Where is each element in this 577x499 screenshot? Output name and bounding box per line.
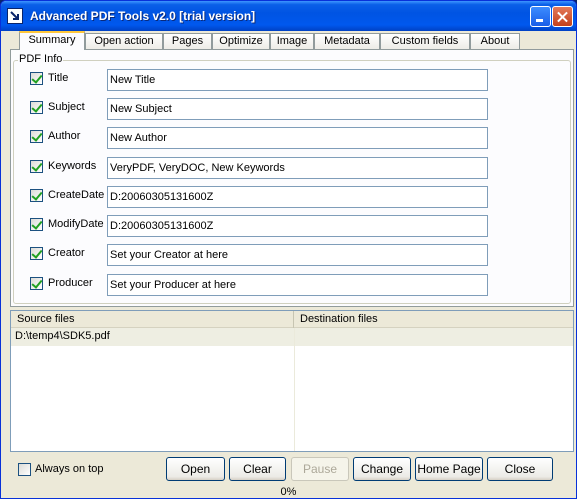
close-button[interactable]: Close <box>487 457 553 481</box>
home-page-button[interactable]: Home Page <box>415 457 483 481</box>
file-list[interactable]: Source files Destination files D:\temp4\… <box>10 310 574 452</box>
always-on-top-checkbox[interactable] <box>18 463 31 476</box>
change-button[interactable]: Change <box>353 457 411 481</box>
summary-panel: PDF Info Title Subject Author Keywords <box>10 49 574 307</box>
title-input[interactable] <box>107 69 488 91</box>
createdate-label: CreateDate <box>48 189 105 201</box>
app-icon <box>7 8 23 24</box>
producer-checkbox[interactable] <box>30 277 43 290</box>
pause-button[interactable]: Pause <box>291 457 349 481</box>
subject-input[interactable] <box>107 98 488 120</box>
group-title: PDF Info <box>18 53 64 65</box>
tab-optimize[interactable]: Optimize <box>212 33 270 50</box>
app-window: Advanced PDF Tools v2.0 [trial version] … <box>0 0 577 499</box>
tab-open-action[interactable]: Open action <box>85 33 163 50</box>
modifydate-input[interactable] <box>107 215 488 237</box>
source-file-cell: D:\temp4\SDK5.pdf <box>15 330 110 342</box>
window-title: Advanced PDF Tools v2.0 [trial version] <box>30 9 256 23</box>
modifydate-label: ModifyDate <box>48 218 104 230</box>
keywords-checkbox[interactable] <box>30 160 43 173</box>
table-row[interactable]: D:\temp4\SDK5.pdf <box>11 328 573 346</box>
always-on-top-label: Always on top <box>35 463 104 475</box>
tab-metadata[interactable]: Metadata <box>314 33 380 50</box>
title-label: Title <box>48 72 69 84</box>
subject-label: Subject <box>48 101 85 113</box>
author-checkbox[interactable] <box>30 130 43 143</box>
column-divider <box>294 328 295 451</box>
creator-label: Creator <box>48 247 85 259</box>
tab-summary[interactable]: Summary <box>19 31 85 50</box>
creator-input[interactable] <box>107 244 488 266</box>
pdf-info-group: PDF Info Title Subject Author Keywords <box>13 53 571 304</box>
subject-checkbox[interactable] <box>30 101 43 114</box>
file-list-header: Source files Destination files <box>11 311 573 328</box>
producer-label: Producer <box>48 277 93 289</box>
tab-custom-fields[interactable]: Custom fields <box>380 33 470 50</box>
column-destination-files[interactable]: Destination files <box>294 311 573 328</box>
author-input[interactable] <box>107 127 488 149</box>
keywords-label: Keywords <box>48 160 97 172</box>
progress-status: 0% <box>280 486 297 498</box>
creator-checkbox[interactable] <box>30 247 43 260</box>
tab-pages[interactable]: Pages <box>163 33 212 50</box>
modifydate-checkbox[interactable] <box>30 218 43 231</box>
tab-image[interactable]: Image <box>270 33 314 50</box>
title-bar[interactable]: Advanced PDF Tools v2.0 [trial version] <box>1 1 576 31</box>
open-button[interactable]: Open <box>166 457 225 481</box>
column-source-files[interactable]: Source files <box>11 311 294 328</box>
createdate-checkbox[interactable] <box>30 189 43 202</box>
destination-file-cell <box>294 328 573 346</box>
createdate-input[interactable] <box>107 186 488 208</box>
clear-button[interactable]: Clear <box>229 457 286 481</box>
minimize-icon[interactable] <box>530 6 551 27</box>
keywords-input[interactable] <box>107 157 488 179</box>
title-checkbox[interactable] <box>30 72 43 85</box>
author-label: Author <box>48 130 81 142</box>
tab-about[interactable]: About <box>470 33 520 50</box>
producer-input[interactable] <box>107 274 488 296</box>
close-icon[interactable] <box>552 6 573 27</box>
